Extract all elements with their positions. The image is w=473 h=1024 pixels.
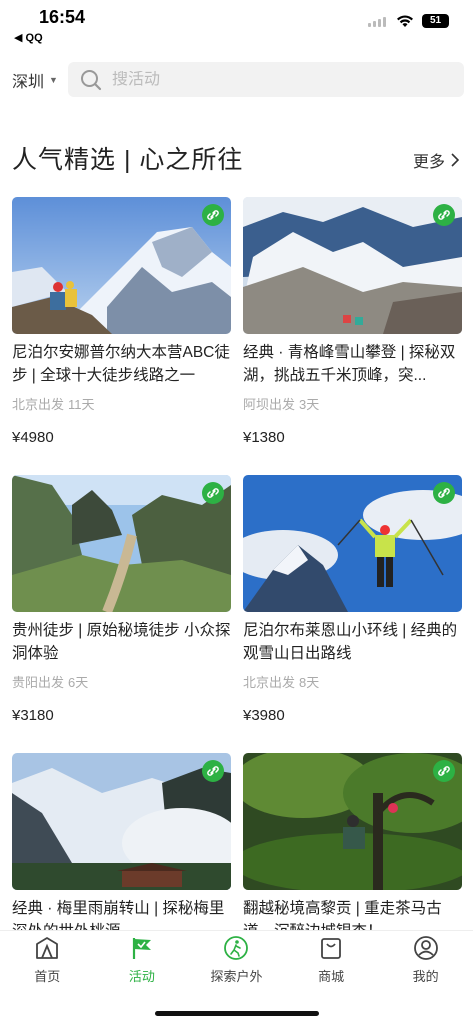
cellular-signal-icon: [368, 15, 388, 27]
activity-photo: [12, 753, 231, 890]
tab-label: 我的: [412, 969, 439, 984]
mini-program-link-icon: [202, 204, 224, 226]
more-label: 更多: [412, 154, 445, 171]
departure-city: 阿坝出发: [243, 397, 296, 412]
activity-grid: 尼泊尔安娜普尔纳大本营ABC徒步 | 全球十大徒步线路之一 北京出发 11天 ¥4…: [12, 197, 462, 930]
activity-photo: [12, 475, 231, 612]
mini-program-link-icon: [433, 760, 455, 782]
tab-profile[interactable]: 我的: [378, 931, 473, 1024]
departure-city: 北京出发: [12, 397, 65, 412]
activity-title: 翻越秘境高黎贡 | 重走茶马古道，沉醉边城银杏！: [243, 900, 442, 930]
activity-photo: [243, 475, 462, 612]
search-box[interactable]: [68, 62, 464, 97]
search-icon: [81, 69, 102, 90]
activity-photo: [243, 197, 462, 334]
status-indicators: 51: [368, 14, 449, 28]
activity-title: 经典 · 青格峰雪山攀登 | 探秘双湖，挑战五千米顶峰，突...: [243, 344, 456, 384]
activity-card[interactable]: 翻越秘境高黎贡 | 重走茶马古道，沉醉边城银杏！: [243, 753, 462, 930]
hiker-icon: [224, 936, 249, 960]
city-label: 深圳: [12, 74, 45, 91]
activity-card[interactable]: 贵州徒步 | 原始秘境徒步 小众探洞体验 贵阳出发 6天 ¥3180: [12, 475, 231, 753]
mini-program-link-icon: [202, 760, 224, 782]
search-input[interactable]: [112, 70, 412, 89]
duration: 8天: [299, 675, 320, 690]
caret-down-icon: ▼: [49, 75, 58, 85]
departure-city: 贵阳出发: [12, 675, 65, 690]
activity-photo: [12, 197, 231, 334]
activity-title: 尼泊尔安娜普尔纳大本营ABC徒步 | 全球十大徒步线路之一: [12, 344, 230, 384]
tab-home[interactable]: 首页: [0, 931, 95, 1024]
activity-photo: [243, 753, 462, 890]
activity-card[interactable]: 尼泊尔安娜普尔纳大本营ABC徒步 | 全球十大徒步线路之一 北京出发 11天 ¥4…: [12, 197, 231, 475]
activity-price: ¥1380: [243, 429, 285, 446]
bottom-tab-bar: 首页 活动 探索户外 商城 我的: [0, 930, 473, 1024]
activity-card[interactable]: 经典 · 梅里雨崩转山 | 探秘梅里深处的世外桃源: [12, 753, 231, 930]
tab-label: 探索户外: [210, 969, 263, 984]
back-to-app-link[interactable]: ◀ QQ: [14, 31, 43, 44]
flag-icon: [132, 938, 151, 959]
activity-meta: 北京出发 8天: [243, 672, 462, 691]
more-link[interactable]: 更多: [413, 148, 459, 172]
battery-icon: 51: [422, 14, 449, 28]
section-title: 人气精选 | 心之所往: [12, 146, 244, 174]
activity-price: ¥4980: [12, 429, 54, 446]
activity-meta: 贵阳出发 6天: [12, 672, 231, 691]
profile-icon: [413, 936, 438, 960]
activity-card[interactable]: 经典 · 青格峰雪山攀登 | 探秘双湖，挑战五千米顶峰，突... 阿坝出发 3天 …: [243, 197, 462, 475]
activity-meta: 阿坝出发 3天: [243, 394, 462, 413]
tab-label: 商城: [318, 969, 345, 984]
status-bar: 16:54 ◀ QQ 51: [0, 0, 473, 50]
mini-program-link-icon: [202, 482, 224, 504]
mini-program-link-icon: [433, 482, 455, 504]
home-indicator: [155, 1011, 319, 1016]
activity-title: 贵州徒步 | 原始秘境徒步 小众探洞体验: [12, 622, 231, 662]
activity-title: 经典 · 梅里雨崩转山 | 探秘梅里深处的世外桃源: [12, 900, 225, 930]
chevron-right-icon: [451, 153, 459, 167]
activity-title: 尼泊尔布莱恩山小环线 | 经典的观雪山日出路线: [243, 622, 458, 662]
duration: 11天: [68, 397, 95, 412]
wifi-icon: [397, 15, 413, 27]
activity-card[interactable]: 尼泊尔布莱恩山小环线 | 经典的观雪山日出路线 北京出发 8天 ¥3980: [243, 475, 462, 753]
search-row: 深圳 ▼: [0, 60, 473, 100]
activity-meta: 北京出发 11天: [12, 394, 231, 413]
mini-program-link-icon: [433, 204, 455, 226]
activity-price: ¥3980: [243, 707, 285, 724]
home-icon: [36, 937, 59, 959]
city-selector[interactable]: 深圳 ▼: [12, 68, 58, 92]
status-time: 16:54: [39, 7, 86, 27]
activity-price: ¥3180: [12, 707, 54, 724]
duration: 3天: [299, 397, 320, 412]
departure-city: 北京出发: [243, 675, 296, 690]
shopping-bag-icon: [321, 938, 341, 959]
tab-label: 首页: [34, 969, 61, 984]
duration: 6天: [68, 675, 89, 690]
tab-label: 活动: [128, 969, 155, 984]
